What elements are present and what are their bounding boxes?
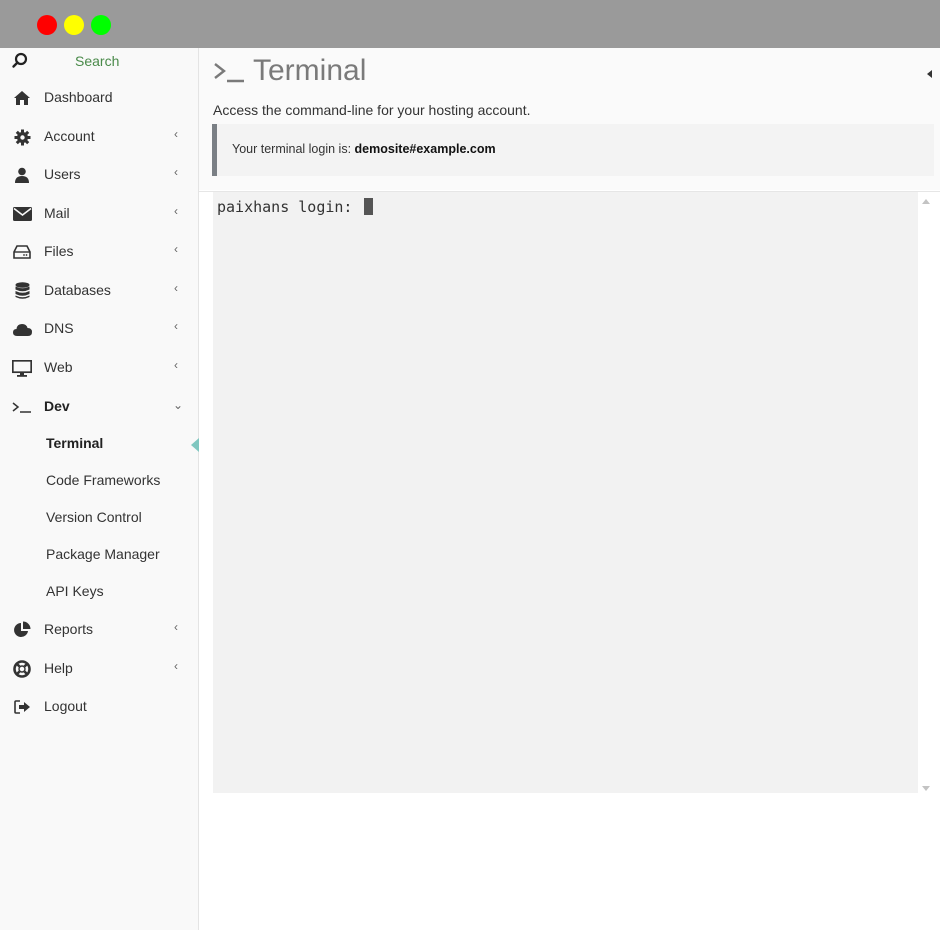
envelope-icon [12, 205, 32, 223]
sidebar-item-help[interactable]: Help ‹ [0, 654, 198, 684]
main-content: Terminal Access the command-line for you… [199, 48, 940, 930]
chevron-left-icon: ‹ [174, 204, 178, 218]
sidebar-item-dns[interactable]: DNS ‹ [0, 314, 198, 344]
sidebar-item-label: Dev [44, 398, 70, 414]
sidebar-item-label: Users [44, 166, 81, 182]
page-title: Terminal [213, 53, 366, 89]
sidebar-item-web[interactable]: Web ‹ [0, 353, 198, 383]
terminal-prompt-icon [214, 63, 244, 83]
gear-icon [12, 128, 32, 146]
home-icon [12, 89, 32, 107]
scroll-up-arrow-icon[interactable] [922, 199, 930, 204]
active-indicator [191, 438, 199, 452]
page-title-text: Terminal [253, 54, 367, 87]
sidebar-search[interactable]: Search [0, 48, 198, 75]
sidebar-subitem-api-keys[interactable]: API Keys [0, 578, 198, 606]
chevron-left-icon: ‹ [174, 620, 178, 634]
chevron-down-icon: ⌄ [173, 398, 184, 412]
sidebar-item-databases[interactable]: Databases ‹ [0, 276, 198, 306]
sidebar-item-label: Files [44, 243, 74, 259]
sidebar-item-reports[interactable]: Reports ‹ [0, 615, 198, 645]
page-description: Access the command-line for your hosting… [213, 102, 531, 118]
sidebar-item-mail[interactable]: Mail ‹ [0, 199, 198, 229]
chevron-left-icon: ‹ [174, 319, 178, 333]
sidebar-item-label: Databases [44, 282, 111, 298]
sidebar-item-users[interactable]: Users ‹ [0, 160, 198, 190]
sidebar-item-account[interactable]: Account ‹ [0, 122, 198, 152]
sidebar-subitem-label: Version Control [46, 509, 142, 525]
minimize-window-button[interactable] [64, 15, 84, 35]
sidebar-subitem-label: Terminal [46, 435, 104, 451]
sign-out-icon [12, 698, 32, 716]
close-window-button[interactable] [37, 15, 57, 35]
chevron-left-icon: ‹ [174, 242, 178, 256]
drive-icon [12, 243, 32, 261]
maximize-window-button[interactable] [91, 15, 111, 35]
sidebar-item-label: Web [44, 359, 73, 375]
sidebar-item-files[interactable]: Files ‹ [0, 237, 198, 267]
terminal-prompt-icon [12, 398, 32, 416]
sidebar-item-label: Account [44, 128, 95, 144]
user-icon [12, 166, 32, 184]
database-icon [12, 282, 32, 300]
callout-prefix: Your terminal login is: [232, 142, 355, 156]
cloud-icon [12, 320, 32, 338]
scroll-down-arrow-icon[interactable] [922, 786, 930, 791]
terminal-screen[interactable]: paixhans login: [213, 192, 918, 793]
sidebar-item-label: Reports [44, 621, 94, 637]
sidebar-subitem-package-manager[interactable]: Package Manager [0, 541, 198, 569]
sidebar-item-label: Logout [44, 698, 87, 714]
chevron-left-icon: ‹ [174, 281, 178, 295]
sidebar-subitem-label: API Keys [46, 583, 104, 599]
terminal-prompt: paixhans login: [217, 198, 362, 216]
sidebar-item-label: Help [44, 660, 73, 676]
page-header: Terminal Access the command-line for you… [199, 48, 940, 190]
monitor-icon [12, 359, 32, 377]
terminal-container: paixhans login: [199, 191, 940, 851]
sidebar-subitem-label: Package Manager [46, 546, 160, 562]
sidebar-item-label: Mail [44, 205, 70, 221]
sidebar-item-label: DNS [44, 320, 74, 336]
collapse-panel-icon[interactable] [927, 70, 932, 78]
window-titlebar [0, 0, 940, 48]
search-icon [12, 52, 28, 68]
chevron-left-icon: ‹ [174, 659, 178, 673]
terminal-scrollbar[interactable] [918, 192, 935, 793]
sidebar-item-label: Dashboard [44, 89, 113, 105]
chevron-left-icon: ‹ [174, 165, 178, 179]
terminal-line: paixhans login: [217, 198, 373, 216]
login-callout: Your terminal login is: demosite#example… [212, 124, 934, 176]
sidebar-item-dashboard[interactable]: Dashboard [0, 83, 198, 113]
chevron-left-icon: ‹ [174, 358, 178, 372]
terminal-login-value: demosite#example.com [354, 142, 496, 156]
sidebar-subitem-label: Code Frameworks [46, 472, 161, 488]
pie-chart-icon [12, 621, 32, 639]
search-label: Search [75, 53, 120, 69]
sidebar-item-logout[interactable]: Logout [0, 692, 198, 722]
terminal-cursor [363, 198, 373, 215]
sidebar-subitem-terminal[interactable]: Terminal [0, 430, 199, 458]
chevron-left-icon: ‹ [174, 127, 178, 141]
sidebar-subitem-version-control[interactable]: Version Control [0, 504, 198, 532]
sidebar-item-dev[interactable]: Dev ⌄ [0, 392, 198, 422]
sidebar-subitem-code-frameworks[interactable]: Code Frameworks [0, 467, 198, 495]
lifebuoy-icon [12, 660, 32, 678]
sidebar: Search Dashboard Account ‹ Users ‹ Mail … [0, 48, 199, 930]
callout-text: Your terminal login is: demosite#example… [232, 142, 496, 156]
